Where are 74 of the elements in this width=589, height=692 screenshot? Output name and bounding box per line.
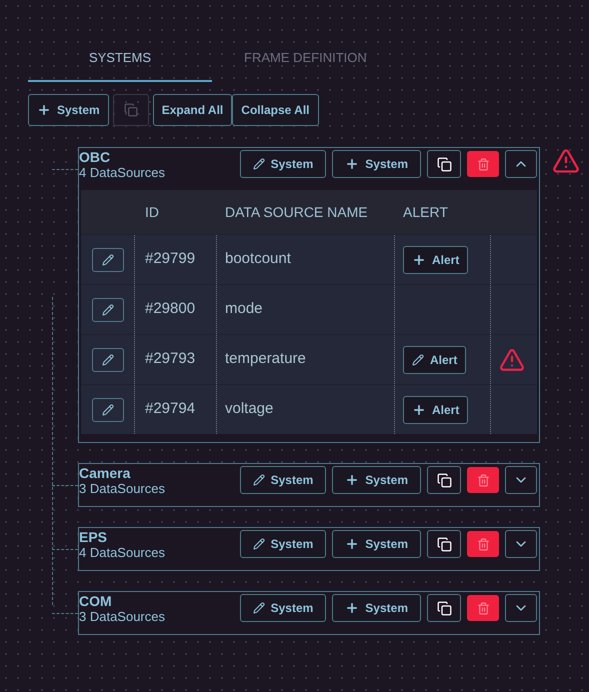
add-system-button[interactable]: System [28, 94, 109, 126]
pencil-icon [102, 404, 114, 416]
copy-icon [436, 156, 452, 172]
pencil-icon [252, 538, 265, 550]
pencil-icon [102, 254, 114, 266]
pencil-icon [412, 354, 424, 366]
trash-icon [476, 158, 490, 170]
expand-all-button[interactable]: Expand All [152, 94, 232, 126]
plus-icon [345, 157, 360, 171]
add-system-button[interactable]: System [332, 150, 421, 178]
tab[interactable]: SYSTEMS [28, 44, 212, 82]
expand-button[interactable] [505, 594, 537, 622]
column-header: ID [144, 202, 160, 222]
edit-system-button[interactable]: System [240, 150, 326, 178]
datasource-name: mode [225, 299, 263, 320]
warning-icon [552, 147, 580, 175]
add-system-button[interactable]: System [332, 466, 421, 494]
copy-icon [436, 472, 452, 488]
edit-system-button[interactable]: System [240, 530, 326, 558]
datasource-count: 3 DataSources [79, 609, 165, 624]
pencil-icon [252, 158, 265, 170]
column-header: DATA SOURCE NAME [224, 202, 369, 222]
add-system-button[interactable]: System [332, 530, 421, 558]
edit-system-button[interactable]: System [240, 594, 326, 622]
pencil-icon [102, 304, 114, 316]
collapse-all-button[interactable]: Collapse All [232, 94, 319, 126]
datasource-id: #29800 [145, 299, 196, 320]
plus-icon [412, 402, 426, 416]
edit-alert-button[interactable]: Alert [403, 346, 466, 374]
edit-system-button[interactable]: System [240, 466, 326, 494]
pencil-icon [252, 474, 265, 486]
pencil-icon [252, 602, 265, 614]
system-name: OBC [79, 150, 112, 165]
copy-button[interactable] [427, 530, 461, 558]
tab[interactable]: FRAME DEFINITION [212, 44, 399, 82]
copy-button[interactable] [427, 150, 461, 178]
expand-button[interactable] [505, 530, 537, 558]
edit-datasource-button[interactable] [92, 248, 124, 272]
copy-button[interactable] [427, 594, 461, 622]
pencil-icon [102, 354, 114, 366]
add-alert-button[interactable]: Alert [403, 246, 468, 274]
datasource-count: 3 DataSources [79, 481, 165, 496]
system-name: COM [79, 594, 113, 609]
copy-button[interactable] [427, 466, 461, 494]
plus-icon [345, 537, 360, 551]
datasource-id: #29799 [145, 249, 196, 270]
copy-icon [124, 103, 138, 117]
datasource-id: #29794 [145, 399, 196, 420]
datasource-count: 4 DataSources [79, 165, 165, 180]
trash-icon [476, 602, 490, 614]
datasource-name: bootcount [225, 249, 291, 270]
plus-icon [412, 252, 426, 266]
plus-icon [345, 473, 360, 487]
add-system-button[interactable]: System [332, 594, 421, 622]
edit-datasource-button[interactable] [92, 348, 124, 372]
collapse-button[interactable] [505, 150, 537, 178]
copy-icon [436, 536, 452, 552]
datasource-name: voltage [225, 399, 274, 420]
system-name: EPS [79, 530, 108, 545]
copy-icon [436, 600, 452, 616]
column-header: ALERT [402, 202, 449, 222]
edit-datasource-button[interactable] [92, 398, 124, 422]
plus-icon [345, 601, 360, 615]
trash-icon [476, 474, 490, 486]
plus-icon [37, 103, 51, 117]
datasource-id: #29793 [145, 349, 196, 370]
warning-icon [499, 346, 525, 372]
edit-datasource-button[interactable] [92, 298, 124, 322]
system-name: Camera [79, 466, 132, 481]
trash-icon [476, 538, 490, 550]
datasource-name: temperature [225, 349, 306, 370]
datasource-count: 4 DataSources [79, 545, 165, 560]
expand-button[interactable] [505, 466, 537, 494]
add-alert-button[interactable]: Alert [403, 396, 468, 424]
